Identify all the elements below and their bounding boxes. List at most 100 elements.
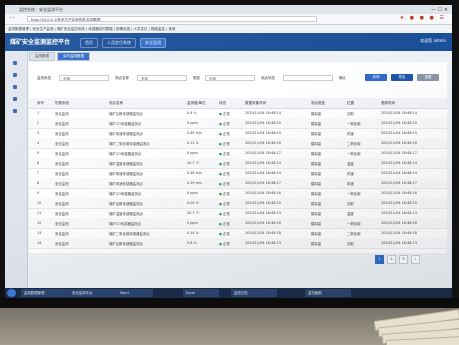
td-updated: 2020/11/04 16:48:16 xyxy=(381,141,417,145)
td-updated: 2020/11/04 16:48:16 xyxy=(381,191,417,195)
page-2[interactable]: 2 xyxy=(387,255,396,264)
td-value: 0.12 % xyxy=(187,141,199,145)
td-status: 正常 xyxy=(219,171,230,176)
sidebar-settings-icon[interactable] xyxy=(13,109,17,113)
sidebar-monitor-icon[interactable] xyxy=(13,73,17,77)
sub-tabs: 监测数据 实时监测数据 xyxy=(29,52,90,61)
td-index: 1 xyxy=(37,111,40,115)
td-updated: 2020/11/04 16:48:17 xyxy=(381,181,417,185)
td-location: 瓦斯 xyxy=(347,112,354,116)
td-type: 模拟量 xyxy=(311,132,322,136)
window-controls[interactable]: — ☐ ✕ xyxy=(431,6,448,14)
reset-button[interactable]: 重置 xyxy=(417,74,439,81)
subtab-monitor-data[interactable]: 监测数据 xyxy=(29,52,55,61)
taskbar-item[interactable]: Excel xyxy=(183,289,219,297)
td-value: 0.65 m/s xyxy=(187,131,202,135)
td-updated: 2020/11/04 16:48:18 xyxy=(381,231,417,235)
status-input[interactable] xyxy=(283,75,333,81)
td-time: 2020/11/04 16:48:13 xyxy=(245,211,281,215)
type-select[interactable]: 全部 xyxy=(205,75,255,81)
back-icon[interactable]: ‹ › xyxy=(9,15,15,21)
page-1[interactable]: 1 xyxy=(375,255,384,264)
td-point: 煤矿温度传感器监测点 xyxy=(109,212,143,216)
address-input[interactable]: http://10.0.0.1/安全生产监测信息/监测数据 xyxy=(27,16,317,22)
filter-label-type: 类型 xyxy=(193,76,200,80)
app-header: 煤矿安全监测监控平台 首页 人员定位系统 安全监测 欢迎您 admin xyxy=(5,33,452,51)
filter-label-status: 测点状态 xyxy=(261,76,275,80)
td-updated: 2020/11/04 16:48:15 xyxy=(381,121,417,125)
th-type: 测点类型 xyxy=(311,101,325,105)
system-select[interactable]: 全部 xyxy=(59,75,109,81)
td-time: 2020/11/04 16:48:14 xyxy=(245,161,281,165)
td-point: 煤矿风速传感器监测点 xyxy=(109,172,143,176)
nav-tab-home[interactable]: 首页 xyxy=(80,38,98,48)
pagination: 1 2 3 › xyxy=(375,255,420,264)
td-location: 二氧化碳 xyxy=(347,232,361,236)
td-type: 模拟量 xyxy=(311,162,322,166)
screen: 监控系统 - 安全监测平台 — ☐ ✕ ‹ › http://10.0.0.1/… xyxy=(5,5,452,298)
taskbar-item[interactable]: 监测文档 xyxy=(231,289,277,297)
taskbar-item[interactable]: Word xyxy=(117,289,153,297)
nav-tab-personnel[interactable]: 人员定位系统 xyxy=(102,38,136,48)
th-status: 状态 xyxy=(219,101,226,105)
td-location: 风速 xyxy=(347,132,354,136)
sidebar-alarm-icon[interactable] xyxy=(13,85,17,89)
query-button[interactable]: 查询 xyxy=(365,74,387,81)
td-time: 2020/11/04 16:48:14 xyxy=(245,111,281,115)
monitor: 监控系统 - 安全监测平台 — ☐ ✕ ‹ › http://10.0.0.1/… xyxy=(0,0,459,308)
sidebar-report-icon[interactable] xyxy=(13,97,17,101)
td-status: 正常 xyxy=(219,141,230,146)
nav-tab-safety[interactable]: 安全监测 xyxy=(140,38,166,48)
browser-extension-icons[interactable]: ★ ● ● ● ☰ xyxy=(400,15,446,21)
td-value: 20.7 ℃ xyxy=(187,211,200,215)
subtab-realtime-data[interactable]: 实时监测数据 xyxy=(57,52,90,61)
td-time: 2020/11/04 16:48:13 xyxy=(245,241,281,245)
td-time: 2020/11/04 16:48:16 xyxy=(245,141,281,145)
td-status: 正常 xyxy=(219,161,230,166)
bookmarks-bar[interactable]: 监测数据管理 | 安全生产监测 | 煤矿安全监控系统 | 传感器实时数据 | 报… xyxy=(5,25,452,33)
td-value: 0.48 m/s xyxy=(187,171,202,175)
td-point: 煤矿CO传感器监测点 xyxy=(109,192,142,196)
td-value: 0.4 % xyxy=(187,111,197,115)
td-location: 一氧化碳 xyxy=(347,152,361,156)
td-index: 6 xyxy=(37,161,40,165)
point-select[interactable]: 全部 xyxy=(137,75,187,81)
td-updated: 2020/11/04 16:48:14 xyxy=(381,111,417,115)
monitor-bezel xyxy=(0,298,459,308)
td-location: 一氧化碳 xyxy=(347,222,361,226)
nav-tabs: 首页 人员定位系统 安全监测 xyxy=(80,38,166,48)
td-time: 2020/11/04 16:48:14 xyxy=(245,171,281,175)
filter-label-point: 测点名称 xyxy=(115,76,129,80)
page-3[interactable]: 3 xyxy=(399,255,408,264)
td-time: 2020/11/04 16:48:15 xyxy=(245,131,281,135)
next-page-button[interactable]: › xyxy=(411,255,420,264)
td-location: 一氧化碳 xyxy=(347,122,361,126)
taskbar-item[interactable]: 监测数据管理 xyxy=(21,289,71,297)
td-updated: 2020/11/04 16:48:15 xyxy=(381,201,417,205)
filter-label-system: 监测系统 xyxy=(37,76,51,80)
td-time: 2020/11/04 16:48:17 xyxy=(245,151,281,155)
td-value: 0.04 % xyxy=(187,201,199,205)
td-system: 安全监测 xyxy=(55,212,69,216)
td-status: 正常 xyxy=(219,121,230,126)
td-type: 模拟量 xyxy=(311,112,322,116)
data-table: 序号 所属系统 测点名称 监测值/单位 状态 数据采集时间 测点类型 位置 更新… xyxy=(29,98,447,253)
td-index: 9 xyxy=(37,191,40,195)
td-system: 安全监测 xyxy=(55,122,69,126)
th-system: 所属系统 xyxy=(55,101,69,105)
td-point: 煤矿二氧化碳传感器监测点 xyxy=(109,232,150,236)
td-location: 瓦斯 xyxy=(347,202,354,206)
taskbar-item[interactable]: 安全监测平台 xyxy=(69,289,119,297)
table-row[interactable]: 14 安全监测 煤矿瓦斯传感器监测点 0.6 % 正常 2020/11/04 16:48:… xyxy=(29,238,447,249)
td-type: 模拟量 xyxy=(311,202,322,206)
user-info[interactable]: 欢迎您 admin xyxy=(420,38,446,44)
td-type: 模拟量 xyxy=(311,222,322,226)
export-button[interactable]: 导出 xyxy=(391,74,413,81)
sidebar-home-icon[interactable] xyxy=(13,61,17,65)
td-status: 正常 xyxy=(219,131,230,136)
start-icon[interactable] xyxy=(7,289,16,297)
td-status: 正常 xyxy=(219,201,230,206)
td-updated: 2020/11/04 16:48:13 xyxy=(381,211,417,215)
taskbar-item[interactable]: 监控截图 xyxy=(305,289,351,297)
td-time: 2020/11/04 16:48:15 xyxy=(245,121,281,125)
